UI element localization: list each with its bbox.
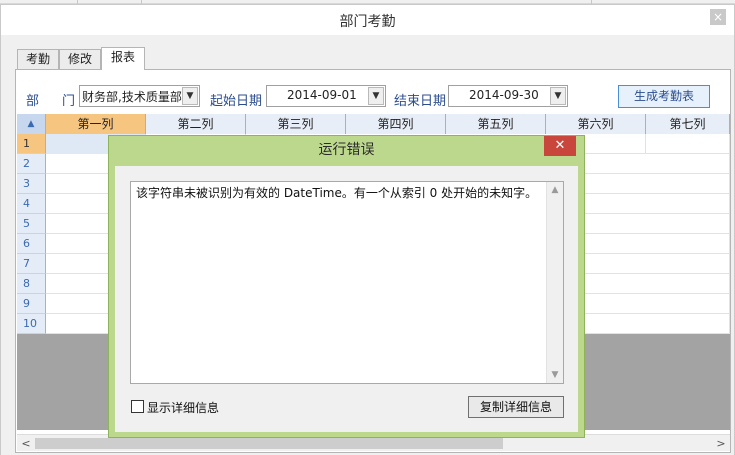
row-header[interactable]: 4 — [17, 194, 46, 214]
scroll-up-icon[interactable]: ▲ — [547, 182, 563, 198]
dialog-body: 该字符串未被识别为有效的 DateTime。有一个从索引 0 处开始的未知字。 … — [115, 166, 578, 432]
column-header[interactable]: 第五列 — [446, 114, 546, 134]
dialog-close-button[interactable]: ✕ — [544, 136, 576, 156]
show-details-checkbox[interactable] — [131, 400, 144, 413]
scroll-left-icon[interactable]: < — [18, 436, 34, 451]
start-date-value: 2014-09-01 — [287, 88, 357, 102]
dialog-title[interactable]: 运行错误 — [109, 136, 584, 166]
tab-report[interactable]: 报表 — [101, 47, 145, 70]
grid-cell[interactable] — [646, 174, 730, 194]
department-select-value: 财务部,技术质量部 — [82, 90, 182, 104]
row-header[interactable]: 1 — [17, 134, 46, 154]
chevron-down-icon[interactable]: ▼ — [182, 87, 198, 105]
start-date-picker[interactable]: 2014-09-01 ▼ — [266, 85, 386, 107]
grid-cell[interactable] — [646, 214, 730, 234]
grid-cell[interactable] — [646, 194, 730, 214]
start-date-label: 起始日期 — [210, 94, 263, 109]
end-date-picker[interactable]: 2014-09-30 ▼ — [448, 85, 568, 107]
department-select[interactable]: 财务部,技术质量部 ▼ — [79, 85, 200, 107]
scroll-down-icon[interactable]: ▼ — [547, 367, 563, 383]
sort-icon[interactable]: ▲ — [17, 114, 46, 134]
error-message: 该字符串未被识别为有效的 DateTime。有一个从索引 0 处开始的未知字。 — [136, 186, 538, 200]
grid-header: ▲ 第一列 第二列 第三列 第四列 第五列 第六列 第七列 — [17, 114, 730, 134]
column-header[interactable]: 第一列 — [46, 114, 146, 134]
generate-attendance-button[interactable]: 生成考勤表 — [618, 85, 710, 108]
window-titlebar[interactable]: 部门考勤 × — [1, 5, 734, 35]
column-header[interactable]: 第二列 — [146, 114, 246, 134]
grid-cell[interactable] — [646, 294, 730, 314]
column-header[interactable]: 第七列 — [646, 114, 730, 134]
row-header[interactable]: 10 — [17, 314, 46, 334]
runtime-error-dialog: 运行错误 ✕ 该字符串未被识别为有效的 DateTime。有一个从索引 0 处开… — [108, 135, 585, 438]
row-header[interactable]: 6 — [17, 234, 46, 254]
column-header[interactable]: 第三列 — [246, 114, 346, 134]
row-header[interactable]: 7 — [17, 254, 46, 274]
grid-cell[interactable] — [646, 254, 730, 274]
chevron-down-icon[interactable]: ▼ — [368, 87, 384, 105]
end-date-label: 结束日期 — [394, 94, 447, 109]
error-message-box[interactable]: 该字符串未被识别为有效的 DateTime。有一个从索引 0 处开始的未知字。 … — [130, 181, 564, 384]
row-header[interactable]: 5 — [17, 214, 46, 234]
chevron-down-icon[interactable]: ▼ — [550, 87, 566, 105]
department-label-first-char: 部 — [26, 94, 40, 109]
copy-details-button[interactable]: 复制详细信息 — [468, 396, 564, 418]
tab-edit[interactable]: 修改 — [59, 49, 101, 69]
row-header[interactable]: 2 — [17, 154, 46, 174]
window-close-button[interactable]: × — [710, 9, 726, 25]
scroll-right-icon[interactable]: > — [713, 436, 729, 451]
end-date-value: 2014-09-30 — [469, 88, 539, 102]
grid-cell[interactable] — [646, 154, 730, 174]
row-header[interactable]: 8 — [17, 274, 46, 294]
column-header[interactable]: 第六列 — [546, 114, 646, 134]
scrollbar-thumb[interactable] — [35, 438, 503, 449]
row-header[interactable]: 9 — [17, 294, 46, 314]
grid-cell[interactable] — [646, 314, 730, 334]
row-header[interactable]: 3 — [17, 174, 46, 194]
grid-cell[interactable] — [646, 274, 730, 294]
vertical-scrollbar[interactable]: ▲ ▼ — [546, 182, 563, 383]
department-label-second-char: 门 — [62, 94, 76, 109]
tab-attendance[interactable]: 考勤 — [17, 49, 59, 69]
window-title: 部门考勤 — [339, 14, 396, 30]
column-header[interactable]: 第四列 — [346, 114, 446, 134]
grid-cell[interactable] — [646, 134, 730, 154]
show-details-label[interactable]: 显示详细信息 — [147, 399, 219, 416]
grid-cell[interactable] — [646, 234, 730, 254]
